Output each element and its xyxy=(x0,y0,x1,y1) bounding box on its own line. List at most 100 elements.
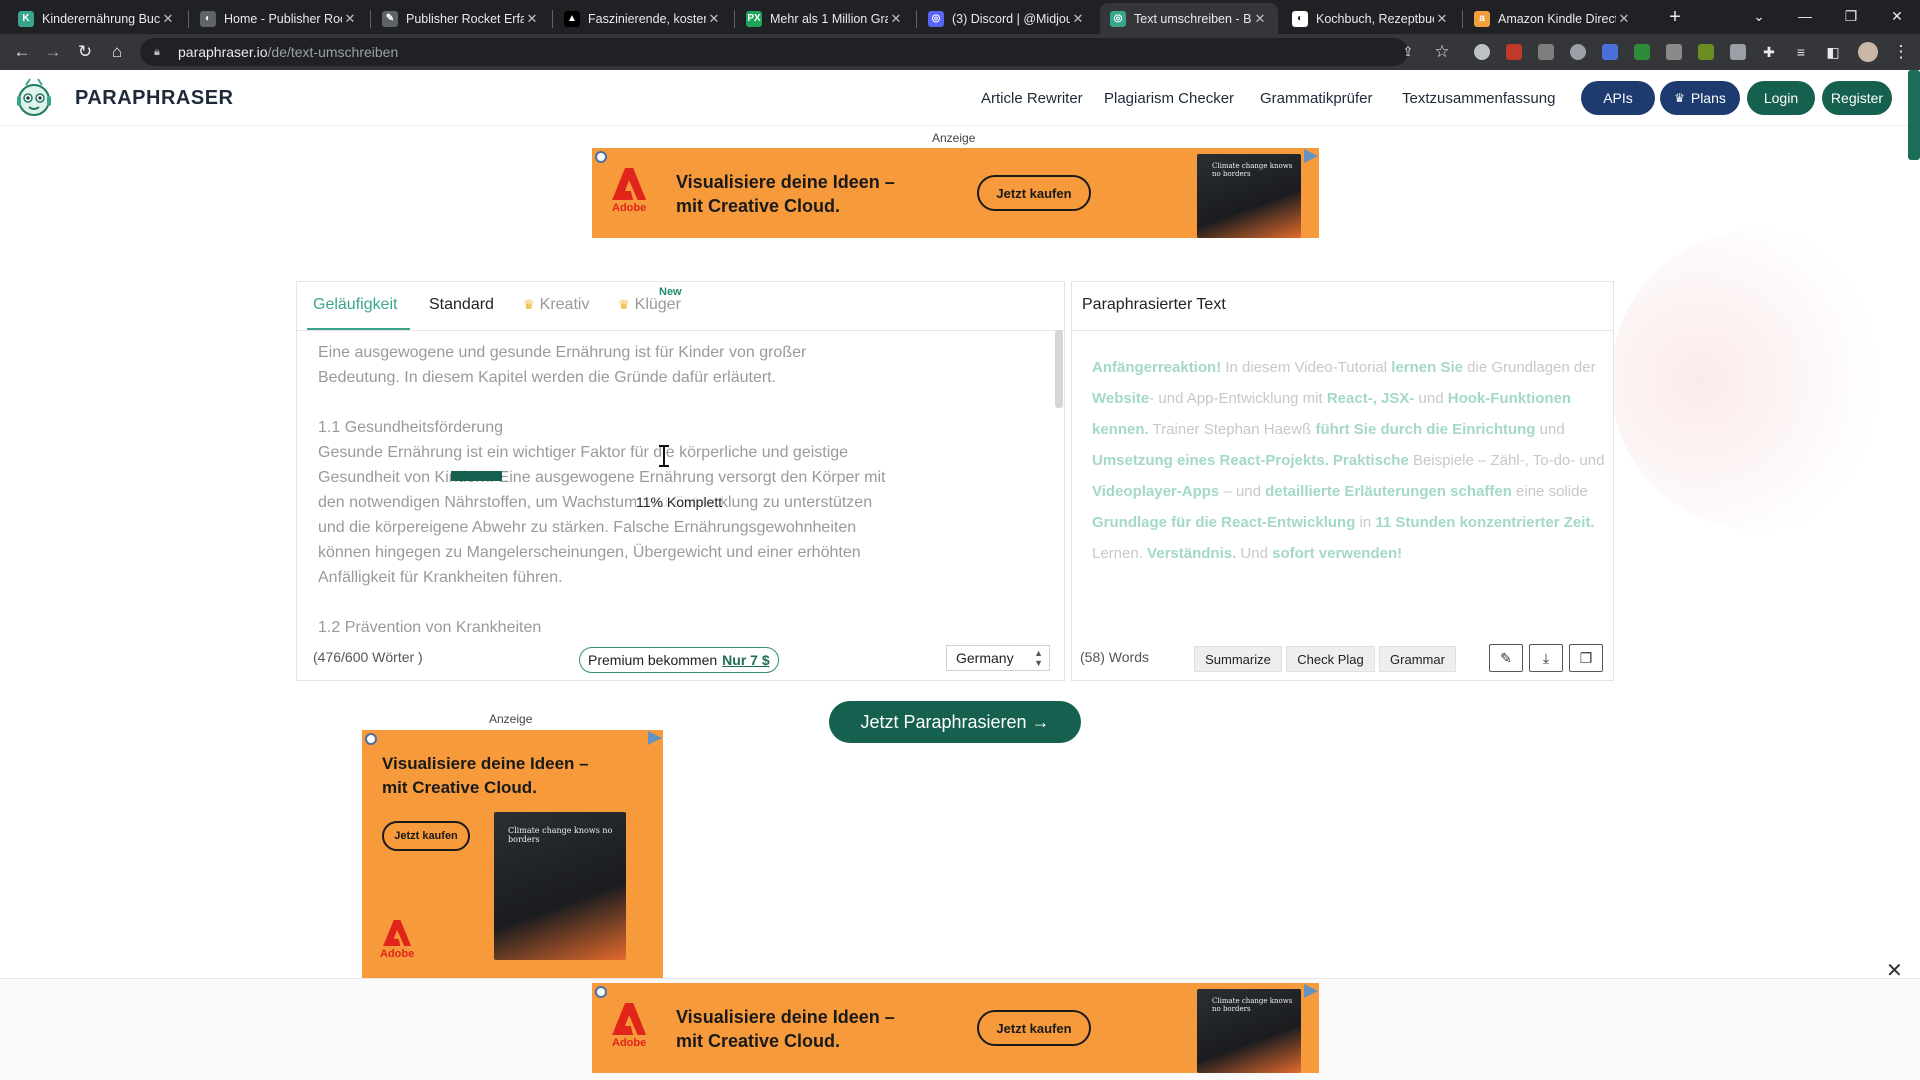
ad-image: Climate change knows no borders xyxy=(1197,989,1301,1073)
browser-tab[interactable]: ◎ Text umschreiben - Be ✕ xyxy=(1100,3,1278,34)
nav-link-plagiarism-checker[interactable]: Plagiarism Checker xyxy=(1104,90,1234,107)
ad-cta-button[interactable]: Jetzt kaufen xyxy=(977,1010,1091,1046)
changed-phrase[interactable]: Anfängerreaktion! xyxy=(1092,359,1221,376)
ad-banner-side[interactable]: Visualisiere deine Ideen – mit Creative … xyxy=(362,730,663,978)
nav-link-grammatikpruefer[interactable]: Grammatikprüfer xyxy=(1260,90,1373,107)
browser-tab[interactable]: a Amazon Kindle Direct ✕ xyxy=(1464,3,1642,34)
reload-icon[interactable]: ↻ xyxy=(73,40,97,64)
premium-button[interactable]: Premium bekommen Nur 7 $ xyxy=(579,647,779,673)
address-bar[interactable]: 🔒︎ paraphraser.io/de/text-umschreiben xyxy=(140,38,1408,66)
changed-phrase[interactable]: Website xyxy=(1092,390,1149,407)
profile-avatar[interactable] xyxy=(1858,42,1878,62)
home-icon[interactable]: ⌂ xyxy=(105,40,129,64)
paraphraser-logo-icon[interactable] xyxy=(12,76,56,120)
tab-close-icon[interactable]: ✕ xyxy=(888,11,904,27)
ad-choices-icon[interactable] xyxy=(1304,149,1318,163)
ad-info-icon[interactable] xyxy=(595,986,607,998)
minimize-icon[interactable]: — xyxy=(1782,0,1828,34)
browser-tab[interactable]: PX Mehr als 1 Million Gra ✕ xyxy=(736,3,914,34)
tab-close-icon[interactable]: ✕ xyxy=(706,11,722,27)
premium-price-link[interactable]: Nur 7 $ xyxy=(722,652,769,668)
tab-search-icon[interactable]: ⌄ xyxy=(1736,0,1782,34)
tab-close-icon[interactable]: ✕ xyxy=(524,11,540,27)
browser-tab[interactable]: ✎ Publisher Rocket Erfah ✕ xyxy=(372,3,550,34)
tab-close-icon[interactable]: ✕ xyxy=(1070,11,1086,27)
extension-icon[interactable] xyxy=(1602,44,1618,60)
tab-separator xyxy=(188,10,189,28)
changed-phrase[interactable]: Umsetzung eines React-Projekts. Praktisc… xyxy=(1092,452,1409,469)
tab-close-icon[interactable]: ✕ xyxy=(1616,11,1632,27)
input-textarea[interactable]: Eine ausgewogene und gesunde Ernährung i… xyxy=(318,340,888,640)
ad-info-icon[interactable] xyxy=(365,733,377,745)
tab-close-icon[interactable]: ✕ xyxy=(342,11,358,27)
register-button[interactable]: Register xyxy=(1822,81,1892,115)
changed-phrase[interactable]: Grundlage für die React-Entwicklung xyxy=(1092,514,1355,531)
ad-info-icon[interactable] xyxy=(595,151,607,163)
apis-button[interactable]: APIs xyxy=(1581,81,1655,115)
ad-cta-button[interactable]: Jetzt kaufen xyxy=(977,175,1091,211)
bookmark-star-icon[interactable]: ☆ xyxy=(1430,40,1454,64)
mode-tab-klueger[interactable]: ♛ Klüger xyxy=(618,296,681,314)
close-ad-icon[interactable]: ✕ xyxy=(1886,958,1903,983)
forward-icon[interactable]: → xyxy=(41,40,65,64)
tab-favicon-icon: ◐ xyxy=(1292,10,1308,27)
brand-name[interactable]: PARAPHRASER xyxy=(75,87,233,110)
extension-icon[interactable] xyxy=(1474,44,1490,60)
grammar-button[interactable]: Grammar xyxy=(1379,646,1456,672)
browser-tab[interactable]: K Kinderernährung Buch ✕ xyxy=(8,3,186,34)
changed-phrase[interactable]: sofort verwenden! xyxy=(1272,545,1402,562)
mode-tab-standard[interactable]: Standard xyxy=(429,296,494,314)
extension-icon[interactable] xyxy=(1538,44,1554,60)
extension-icon[interactable] xyxy=(1634,44,1650,60)
changed-phrase[interactable]: Verständnis. xyxy=(1147,545,1236,562)
plans-button[interactable]: ♛ Plans xyxy=(1660,81,1740,115)
restore-icon[interactable]: ❐ xyxy=(1828,0,1874,34)
browser-tab[interactable]: ◐ Kochbuch, Rezeptbuch ✕ xyxy=(1282,3,1460,34)
check-plag-button[interactable]: Check Plag xyxy=(1286,646,1375,672)
nav-link-textzusammenfassung[interactable]: Textzusammenfassung xyxy=(1402,90,1555,107)
back-icon[interactable]: ← xyxy=(10,40,34,64)
kebab-menu-icon[interactable]: ⋮ xyxy=(1889,40,1913,64)
summarize-button[interactable]: Summarize xyxy=(1194,646,1282,672)
changed-phrase[interactable]: lernen Sie xyxy=(1391,359,1463,376)
input-scrollbar[interactable] xyxy=(1055,330,1063,408)
ad-banner-bottom[interactable]: Adobe Visualisiere deine Ideen – mit Cre… xyxy=(592,983,1319,1073)
login-button[interactable]: Login xyxy=(1747,81,1815,115)
language-select[interactable]: Germany ▲ ▼ xyxy=(946,645,1050,671)
extension-icon[interactable] xyxy=(1506,44,1522,60)
copy-icon[interactable]: ❐ xyxy=(1569,644,1603,672)
extension-icon[interactable] xyxy=(1666,44,1682,60)
reading-list-icon[interactable]: ≡ xyxy=(1789,40,1813,64)
ad-cta-button[interactable]: Jetzt kaufen xyxy=(382,821,470,851)
side-panel-icon[interactable]: ◧ xyxy=(1821,40,1845,64)
nav-link-article-rewriter[interactable]: Article Rewriter xyxy=(981,90,1083,107)
page-scrollbar[interactable] xyxy=(1908,70,1920,160)
download-icon[interactable]: ⤓ xyxy=(1529,644,1563,672)
browser-tab[interactable]: ◐ Home - Publisher Rock ✕ xyxy=(190,3,368,34)
share-icon[interactable]: ⇪ xyxy=(1396,40,1420,64)
puzzle-icon[interactable]: ✚ xyxy=(1757,40,1781,64)
new-tab-button[interactable]: + xyxy=(1662,5,1688,31)
tab-close-icon[interactable]: ✕ xyxy=(160,11,176,27)
edit-pen-icon[interactable]: ✎ xyxy=(1489,644,1523,672)
changed-phrase[interactable]: Videoplayer-Apps xyxy=(1092,483,1219,500)
tab-close-icon[interactable]: ✕ xyxy=(1252,11,1268,27)
browser-tab[interactable]: ◎ (3) Discord | @Midjou ✕ xyxy=(918,3,1096,34)
paraphrase-now-button[interactable]: Jetzt Paraphrasieren → xyxy=(829,701,1081,743)
ad-choices-icon[interactable] xyxy=(648,731,662,745)
tab-separator xyxy=(370,10,371,28)
camera-icon[interactable] xyxy=(1730,44,1746,60)
tab-close-icon[interactable]: ✕ xyxy=(1434,11,1450,27)
browser-tab[interactable]: ▲ Faszinierende, kostenl ✕ xyxy=(554,3,732,34)
changed-phrase[interactable]: 11 Stunden konzentrierter Zeit. xyxy=(1375,514,1594,531)
mode-tab-gelaeufigkeit[interactable]: Geläufigkeit xyxy=(313,296,398,314)
close-window-icon[interactable]: ✕ xyxy=(1874,0,1920,34)
changed-phrase[interactable]: führt Sie durch die Einrichtung xyxy=(1315,421,1535,438)
extension-icon[interactable] xyxy=(1698,44,1714,60)
changed-phrase[interactable]: React-, JSX- xyxy=(1327,390,1415,407)
extension-icon[interactable] xyxy=(1570,44,1586,60)
ad-banner-top[interactable]: Adobe Visualisiere deine Ideen – mit Cre… xyxy=(592,148,1319,238)
mode-tab-kreativ[interactable]: ♛ Kreativ xyxy=(523,296,589,314)
ad-choices-icon[interactable] xyxy=(1304,984,1318,998)
changed-phrase[interactable]: detaillierte Erläuterungen schaffen xyxy=(1265,483,1512,500)
